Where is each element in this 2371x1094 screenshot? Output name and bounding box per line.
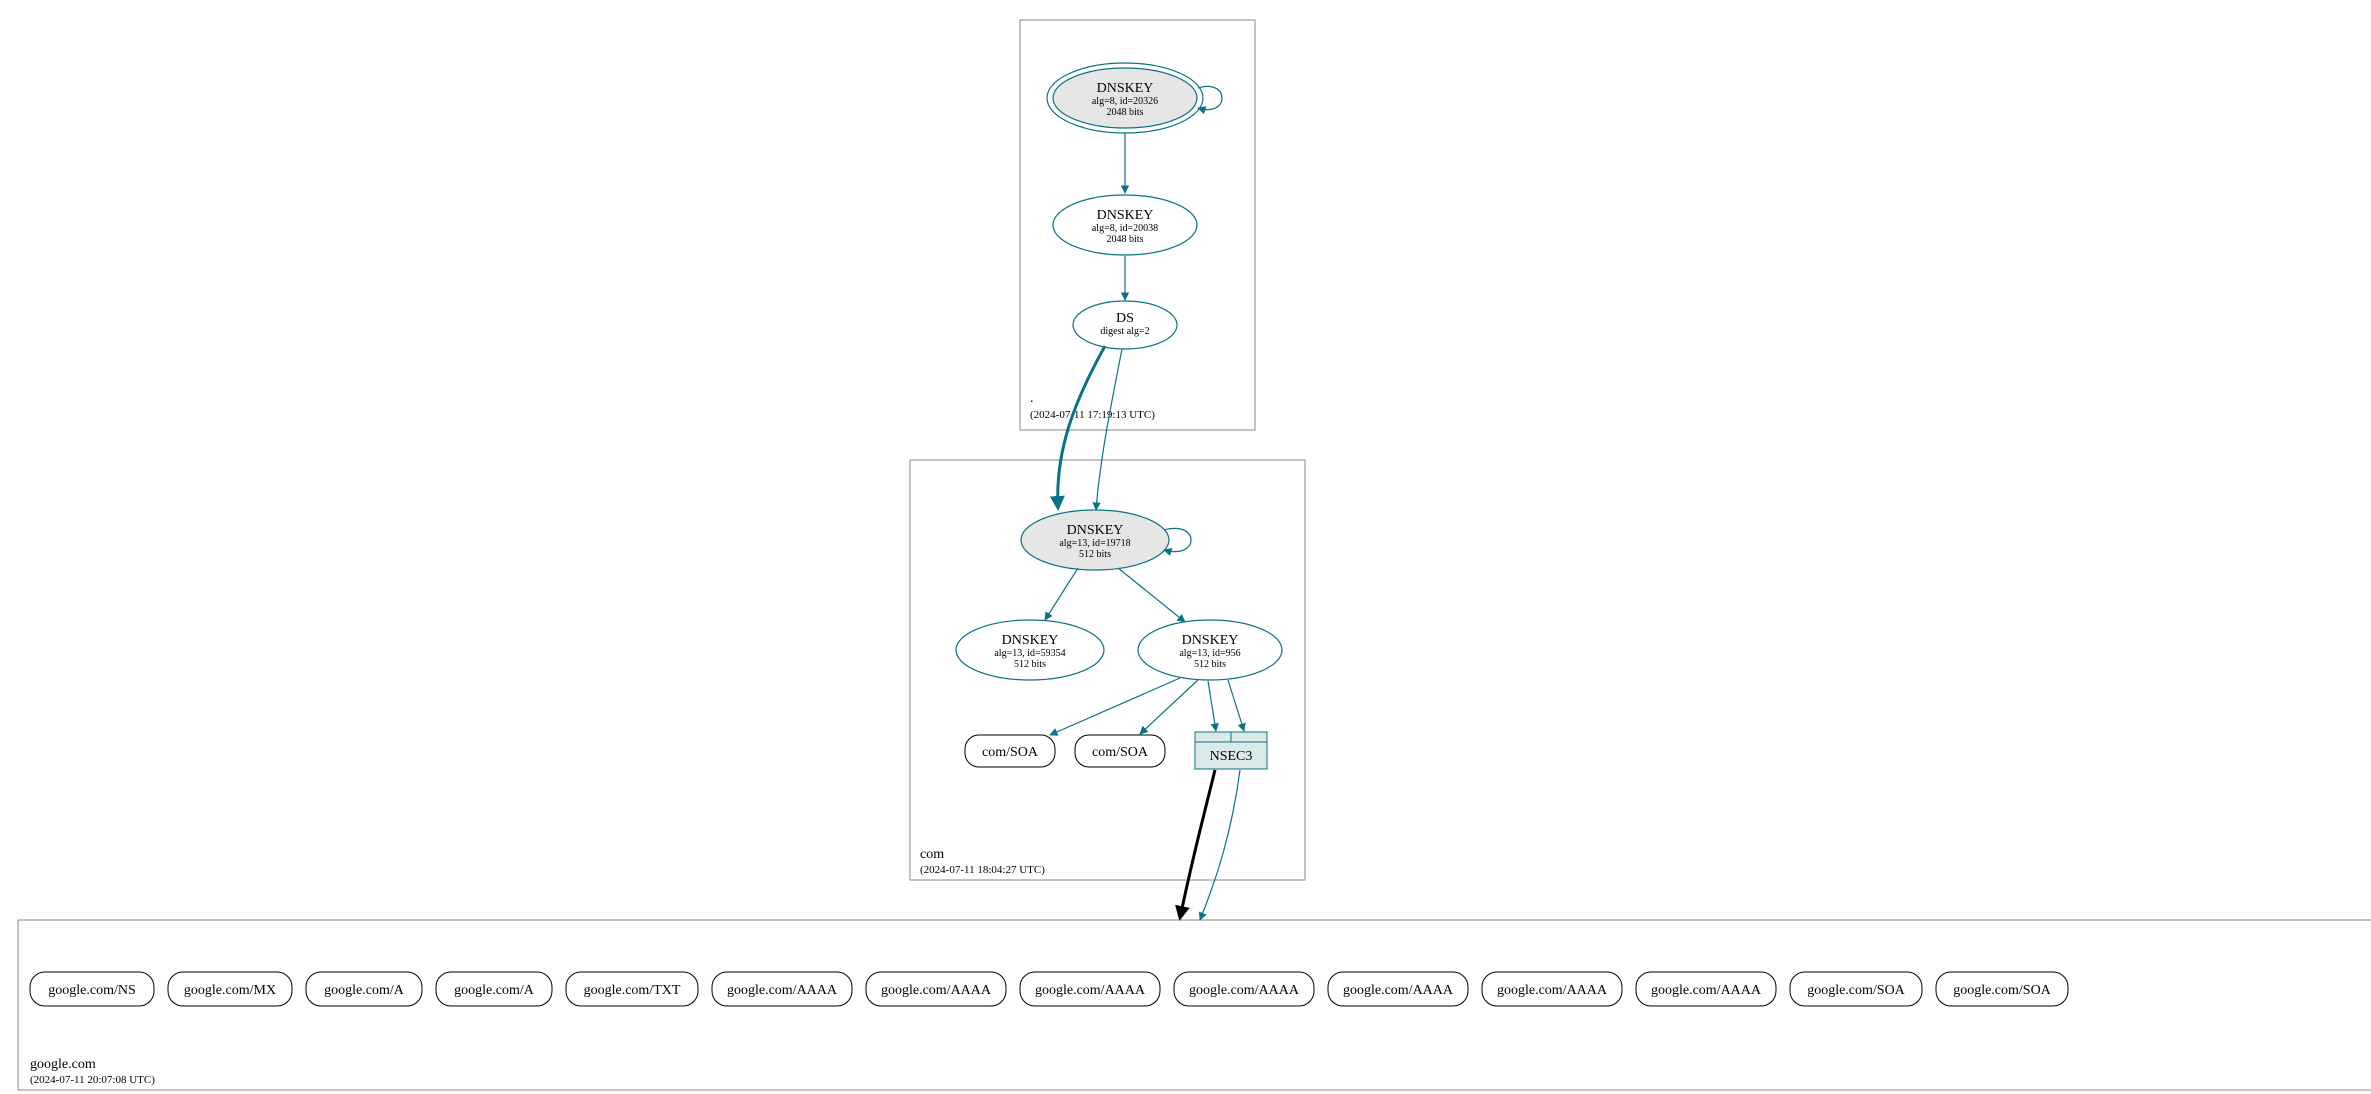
google-rrset-label: google.com/TXT	[584, 983, 681, 998]
zone-com-timestamp: (2024-07-11 18:04:27 UTC)	[920, 864, 1045, 876]
edge-zskb-to-soa-b	[1140, 680, 1198, 734]
google-rrset-label: google.com/AAAA	[881, 983, 992, 998]
com-ksk-title: DNSKEY	[1067, 523, 1124, 538]
google-rrset: google.com/MX	[168, 972, 292, 1006]
google-rrset: google.com/AAAA	[712, 972, 852, 1006]
google-rrset-label: google.com/AAAA	[1497, 983, 1608, 998]
edge-zskb-to-nsec3-2	[1228, 680, 1244, 731]
zone-root-timestamp: (2024-07-11 17:19:13 UTC)	[1030, 409, 1155, 421]
edge-ds-to-com-ksk-thick	[1058, 346, 1105, 508]
root-zsk-node: DNSKEY alg=8, id=20038 2048 bits	[1053, 195, 1197, 255]
com-ksk-bits: 512 bits	[1079, 549, 1111, 560]
com-ksk-alg: alg=13, id=19718	[1059, 538, 1130, 549]
google-rrset: google.com/A	[306, 972, 422, 1006]
root-ksk-node: DNSKEY alg=8, id=20326 2048 bits	[1047, 63, 1203, 133]
google-rrset-label: google.com/A	[324, 983, 405, 998]
com-nsec3-node: NSEC3	[1195, 732, 1267, 769]
com-zsk-a-node: DNSKEY alg=13, id=59354 512 bits	[956, 620, 1104, 680]
google-rrset-label: google.com/SOA	[1807, 983, 1905, 998]
google-rrset: google.com/TXT	[566, 972, 698, 1006]
google-rrset-label: google.com/AAAA	[1651, 983, 1762, 998]
google-rrset-label: google.com/AAAA	[1343, 983, 1454, 998]
edge-nsec3-to-google-teal	[1200, 770, 1240, 920]
edge-zskb-to-soa-a	[1050, 678, 1180, 735]
google-rrset-label: google.com/A	[454, 983, 535, 998]
com-soa-a-label: com/SOA	[982, 745, 1039, 760]
google-rrset: google.com/AAAA	[1482, 972, 1622, 1006]
root-ksk-alg: alg=8, id=20326	[1092, 96, 1158, 107]
google-rrset: google.com/SOA	[1790, 972, 1922, 1006]
google-rrset: google.com/AAAA	[1174, 972, 1314, 1006]
zone-com-name: com	[920, 847, 944, 862]
google-rrset-label: google.com/MX	[184, 983, 276, 998]
com-soa-a-node: com/SOA	[965, 735, 1055, 767]
root-ksk-bits: 2048 bits	[1107, 107, 1144, 118]
google-rrset: google.com/NS	[30, 972, 154, 1006]
google-rrset: google.com/AAAA	[1328, 972, 1468, 1006]
google-rrset-label: google.com/AAAA	[727, 983, 838, 998]
root-zsk-bits: 2048 bits	[1107, 234, 1144, 245]
root-ksk-title: DNSKEY	[1097, 81, 1154, 96]
com-soa-b-node: com/SOA	[1075, 735, 1165, 767]
com-zsk-b-title: DNSKEY	[1182, 633, 1239, 648]
google-rrset-label: google.com/NS	[48, 983, 136, 998]
zone-root: . (2024-07-11 17:19:13 UTC) DNSKEY alg=8…	[1020, 20, 1255, 430]
com-soa-b-label: com/SOA	[1092, 745, 1149, 760]
zone-com: com (2024-07-11 18:04:27 UTC) DNSKEY alg…	[910, 346, 1305, 880]
google-rrset-label: google.com/AAAA	[1189, 983, 1300, 998]
zone-google-name: google.com	[30, 1057, 96, 1072]
root-zsk-title: DNSKEY	[1097, 208, 1154, 223]
com-nsec3-label: NSEC3	[1210, 749, 1253, 764]
google-rrset: google.com/SOA	[1936, 972, 2068, 1006]
root-ds-alg: digest alg=2	[1100, 326, 1149, 337]
google-rrset-label: google.com/SOA	[1953, 983, 2051, 998]
google-rrset: google.com/AAAA	[1020, 972, 1160, 1006]
com-zsk-a-title: DNSKEY	[1002, 633, 1059, 648]
com-zsk-b-bits: 512 bits	[1194, 659, 1226, 670]
root-ds-node: DS digest alg=2	[1073, 301, 1177, 349]
root-ds-title: DS	[1116, 311, 1134, 326]
root-zsk-alg: alg=8, id=20038	[1092, 223, 1158, 234]
google-rrset: google.com/AAAA	[1636, 972, 1776, 1006]
edge-com-ksk-to-zsk-b	[1118, 568, 1185, 622]
com-ksk-node: DNSKEY alg=13, id=19718 512 bits	[1021, 510, 1169, 570]
edge-com-ksk-to-zsk-a	[1045, 568, 1078, 620]
zone-root-name: .	[1030, 391, 1034, 406]
google-rrset: google.com/AAAA	[866, 972, 1006, 1006]
com-zsk-b-node: DNSKEY alg=13, id=956 512 bits	[1138, 620, 1282, 680]
com-zsk-a-alg: alg=13, id=59354	[994, 648, 1065, 659]
com-zsk-a-bits: 512 bits	[1014, 659, 1046, 670]
zone-google-timestamp: (2024-07-11 20:07:08 UTC)	[30, 1074, 155, 1086]
google-rrset: google.com/A	[436, 972, 552, 1006]
edge-zskb-to-nsec3-1	[1208, 681, 1216, 731]
google-rrset-label: google.com/AAAA	[1035, 983, 1146, 998]
com-zsk-b-alg: alg=13, id=956	[1179, 648, 1240, 659]
zone-google: google.com (2024-07-11 20:07:08 UTC) goo…	[18, 770, 2371, 1090]
